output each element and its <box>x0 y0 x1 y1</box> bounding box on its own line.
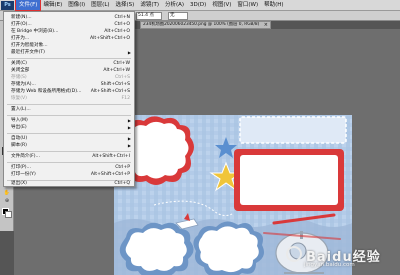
file-menu: 新建(N)... Ctrl+N 打开(O)... Ctrl+O 在 Bridge 中… <box>3 11 135 187</box>
menu-item-save[interactable]: 存储(S) Ctrl+S <box>4 74 134 81</box>
menu-item-new[interactable]: 新建(N)... Ctrl+N <box>4 14 134 21</box>
menu-item-exit[interactable]: 退出(X) Ctrl+Q <box>4 180 134 187</box>
zoom-icon[interactable]: ⊕ <box>3 198 11 204</box>
menu-item-place[interactable]: 置入(L)... <box>4 106 134 113</box>
mode-field[interactable]: 无 <box>168 12 188 20</box>
menu-item-scripts[interactable]: 脚本(R) ▶ <box>4 142 134 149</box>
menu-help[interactable]: 帮助(H) <box>261 0 286 10</box>
menu-select[interactable]: 选择(S) <box>113 0 138 10</box>
menu-item-automate[interactable]: 自动(U) ▶ <box>4 135 134 142</box>
submenu-arrow-icon: ▶ <box>127 118 131 123</box>
menu-window[interactable]: 窗口(W) <box>234 0 261 10</box>
menu-item-print[interactable]: 打印(P)... Ctrl+P <box>4 164 134 171</box>
watermark: Baidu经验 jingyan.baidu.com <box>286 246 396 270</box>
menu-analysis[interactable]: 分析(A) <box>162 0 187 10</box>
menu-filter[interactable]: 滤镜(T) <box>137 0 162 10</box>
menu-separator <box>7 115 131 116</box>
baidu-paw-icon <box>286 246 302 262</box>
document-title: 234机场图202006023450.png @ 100% (图层 0, RGB… <box>143 22 260 27</box>
menu-item-open-smart-object[interactable]: 打开为智能对象... <box>4 42 134 49</box>
watermark-url: jingyan.baidu.com <box>304 262 355 268</box>
menu-item-import[interactable]: 导入(M) ▶ <box>4 117 134 124</box>
menu-item-browse-bridge[interactable]: 在 Bridge 中浏览(B)... Alt+Ctrl+O <box>4 28 134 35</box>
menu-item-save-as[interactable]: 存储为(A)... Shift+Ctrl+S <box>4 81 134 88</box>
menu-separator <box>7 58 131 59</box>
menu-item-export[interactable]: 导出(E) ▶ <box>4 124 134 131</box>
menu-edit[interactable]: 编辑(E) <box>40 0 65 10</box>
menu-separator <box>7 162 131 163</box>
menu-item-open[interactable]: 打开(O)... Ctrl+O <box>4 21 134 28</box>
menu-item-file-info[interactable]: 文件简介(F)... Alt+Shift+Ctrl+I <box>4 153 134 160</box>
submenu-arrow-icon: ▶ <box>127 136 131 141</box>
menu-image[interactable]: 图像(I) <box>65 0 88 10</box>
close-icon[interactable]: × <box>264 22 268 28</box>
size-field[interactable]: 51.4 点 <box>136 12 162 20</box>
menu-file[interactable]: 文件(F) <box>14 0 42 11</box>
submenu-arrow-icon: ▶ <box>127 50 131 55</box>
menu-3d[interactable]: 3D(D) <box>187 0 209 10</box>
menu-separator <box>7 151 131 152</box>
menu-layer[interactable]: 图层(L) <box>88 0 112 10</box>
menu-item-open-as[interactable]: 打开为... Alt+Shift+Ctrl+O <box>4 35 134 42</box>
menu-item-revert[interactable]: 恢复(V) F12 <box>4 95 134 102</box>
photoshop-logo: Ps <box>1 0 14 10</box>
menu-separator <box>7 133 131 134</box>
menu-bar: Ps 文件(F) 编辑(E) 图像(I) 图层(L) 选择(S) 滤镜(T) 分… <box>0 0 400 11</box>
menu-item-print-one-copy[interactable]: 打印一份(Y) Alt+Shift+Ctrl+P <box>4 171 134 178</box>
submenu-arrow-icon: ▶ <box>127 125 131 130</box>
menu-separator <box>7 104 131 105</box>
background-color-swatch[interactable] <box>5 211 12 218</box>
menu-item-close[interactable]: 关闭(C) Ctrl+W <box>4 60 134 67</box>
menu-item-close-all[interactable]: 关闭全部 Alt+Ctrl+W <box>4 67 134 74</box>
menu-view[interactable]: 视图(V) <box>209 0 234 10</box>
menu-item-recent-files[interactable]: 最近打开文件(T) ▶ <box>4 49 134 56</box>
hand-icon[interactable]: ✋ <box>3 190 11 196</box>
submenu-arrow-icon: ▶ <box>127 143 131 148</box>
menu-item-save-for-web[interactable]: 存储为 Web 和设备所用格式(D)... Alt+Shift+Ctrl+S <box>4 88 134 95</box>
document-tab[interactable]: 234机场图202006023450.png @ 100% (图层 0, RGB… <box>140 21 271 29</box>
